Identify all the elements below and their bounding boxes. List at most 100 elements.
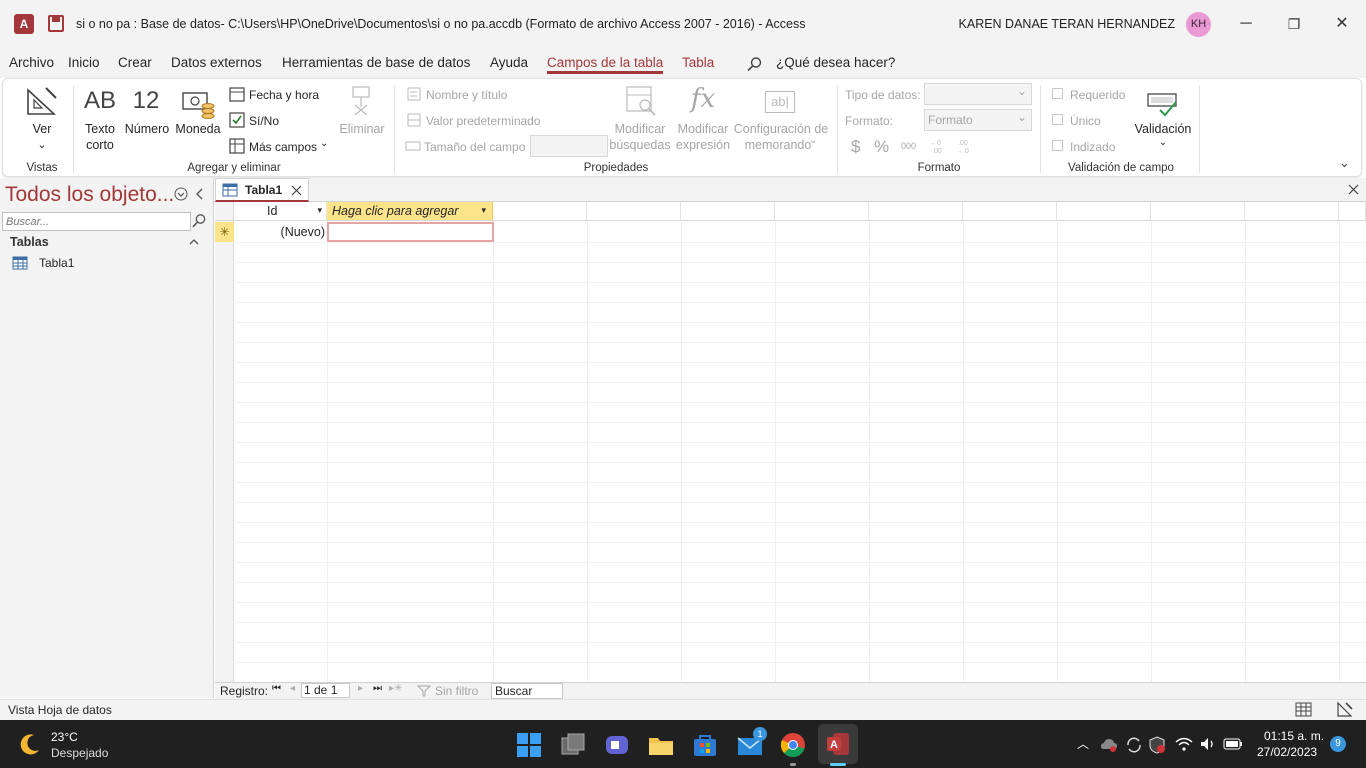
dropdown-arrow-icon[interactable]: ▾ [481,202,486,220]
increase-decimals-icon[interactable]: ←0 .00 [929,137,947,155]
microsoft-store-icon[interactable] [692,732,718,758]
memo-settings-icon[interactable]: ab| [765,91,795,113]
chrome-icon[interactable] [780,732,806,758]
tab-inicio[interactable]: Inicio [68,55,100,70]
decrease-decimals-icon[interactable]: .00 →.0 [955,137,973,155]
select-all-corner[interactable] [215,202,234,221]
tell-me-search[interactable]: ¿Qué desea hacer? [776,55,895,70]
clock-time[interactable]: 01:15 a. m. [1264,729,1324,743]
access-app-icon[interactable]: A [14,14,34,34]
chevron-up-icon[interactable]: ︿ [1077,735,1089,752]
tab-campos-de-la-tabla[interactable]: Campos de la tabla [547,55,664,74]
close-document-icon[interactable] [1348,184,1359,195]
teams-chat-icon[interactable] [604,732,630,758]
security-icon[interactable] [1148,736,1166,754]
nav-section-tablas[interactable]: Tablas [10,235,49,249]
first-record-icon[interactable]: ⏮ [272,683,281,694]
new-record-icon[interactable]: ▸✳ [389,683,402,694]
tab-crear[interactable]: Crear [118,55,152,70]
name-caption-button[interactable]: Nombre y título [426,88,507,102]
short-text-button-label[interactable]: Texto [79,121,121,137]
chevron-down-icon[interactable]: ⌄ [25,137,59,153]
number-button-label[interactable]: Número [121,121,173,137]
last-record-icon[interactable]: ⏭ [373,683,382,694]
wifi-icon[interactable] [1175,736,1193,752]
design-view-icon[interactable] [1336,701,1353,718]
validation-icon[interactable] [1146,88,1180,118]
current-record-input[interactable]: 1 de 1 [301,683,350,698]
close-button[interactable]: ✕ [1327,10,1357,38]
battery-icon[interactable] [1223,737,1243,751]
unique-checkbox[interactable] [1052,114,1063,125]
task-view-icon[interactable] [560,732,586,758]
tab-datos-externos[interactable]: Datos externos [171,55,262,70]
weather-temp[interactable]: 23°C [51,730,78,744]
yes-no-button[interactable]: Sí/No [249,114,279,128]
moon-weather-icon[interactable] [18,732,42,756]
modify-expression-label[interactable]: Modificar [673,121,733,137]
modify-lookups-label-2[interactable]: búsquedas [609,137,671,153]
tab-archivo[interactable]: Archivo [9,55,54,70]
view-button[interactable] [24,84,60,120]
onedrive-icon[interactable] [1100,737,1118,753]
save-icon[interactable] [48,15,64,32]
chevron-down-icon[interactable]: ⌄ [809,135,817,146]
required-checkbox[interactable] [1052,88,1063,99]
nav-item-tabla1[interactable]: Tabla1 [39,256,74,270]
nav-pane-title[interactable]: Todos los objeto... [5,183,174,207]
minimize-button[interactable]: ─ [1231,10,1261,38]
more-fields-button[interactable]: Más campos [249,140,317,154]
dropdown-arrow-icon[interactable]: ▾ [317,202,322,220]
sync-icon[interactable] [1125,736,1143,754]
view-button-label[interactable]: Ver [25,121,59,137]
modify-expression-label-2[interactable]: expresión [673,137,733,153]
percent-format-button[interactable]: % [874,137,889,157]
datasheet-view-icon[interactable] [1295,702,1312,717]
date-time-button[interactable]: Fecha y hora [249,88,319,102]
clock-date[interactable]: 27/02/2023 [1257,745,1317,759]
avatar[interactable]: KH [1186,12,1211,37]
format-dropdown[interactable]: Formato [924,107,1032,131]
next-record-icon[interactable]: ▸ [358,683,363,694]
currency-icon[interactable] [181,87,217,119]
nav-menu-icon[interactable] [174,187,188,201]
filter-status[interactable]: Sin filtro [435,684,478,698]
number-icon[interactable]: 12 [127,87,165,115]
windows-start-icon[interactable] [516,732,542,758]
default-value-button[interactable]: Valor predeterminado [426,114,541,128]
tab-herramientas[interactable]: Herramientas de base de datos [282,55,470,70]
short-text-button-label-2[interactable]: corto [79,137,121,153]
chevron-up-icon[interactable] [188,237,200,247]
user-name[interactable]: KAREN DANAE TERAN HERNANDEZ [959,17,1175,31]
weather-desc[interactable]: Despejado [51,746,108,760]
file-explorer-icon[interactable] [648,732,674,758]
new-record-marker[interactable]: ✳ [215,222,234,242]
currency-button-label[interactable]: Moneda [173,121,223,137]
new-row-id-cell[interactable]: (Nuevo) [234,222,327,242]
tab-tabla[interactable]: Tabla [682,55,714,70]
chevron-down-icon[interactable]: ⌄ [320,138,328,149]
column-header-add[interactable]: Haga clic para agregar ▾ [327,202,493,221]
datasheet-search-input[interactable]: Buscar [491,683,563,699]
restore-button[interactable]: ❐ [1279,10,1309,38]
volume-icon[interactable] [1199,736,1217,752]
short-text-icon[interactable]: AB [81,87,119,115]
indexed-checkbox[interactable] [1052,140,1063,151]
collapse-ribbon-icon[interactable]: ⌄ [1339,155,1350,171]
data-type-dropdown[interactable] [924,81,1032,105]
search-icon[interactable] [746,56,763,73]
search-icon[interactable] [191,213,207,229]
shutter-bar-close-icon[interactable] [193,187,207,201]
notification-badge[interactable]: 9 [1330,736,1346,752]
currency-format-button[interactable]: $ [851,137,860,157]
doc-tab-tabla1[interactable]: Tabla1 [215,178,309,202]
column-header-id[interactable]: Id ▾ [234,202,327,221]
field-size-input[interactable] [530,135,608,157]
chevron-down-icon[interactable]: ⌄ [1131,135,1195,151]
delete-button[interactable]: Eliminar [337,121,387,137]
thousands-format-button[interactable]: 000 [901,141,916,151]
tab-ayuda[interactable]: Ayuda [490,55,528,70]
previous-record-icon[interactable]: ◂ [290,683,295,694]
new-row-add-cell[interactable] [327,222,494,242]
function-icon[interactable]: fx [685,83,721,115]
